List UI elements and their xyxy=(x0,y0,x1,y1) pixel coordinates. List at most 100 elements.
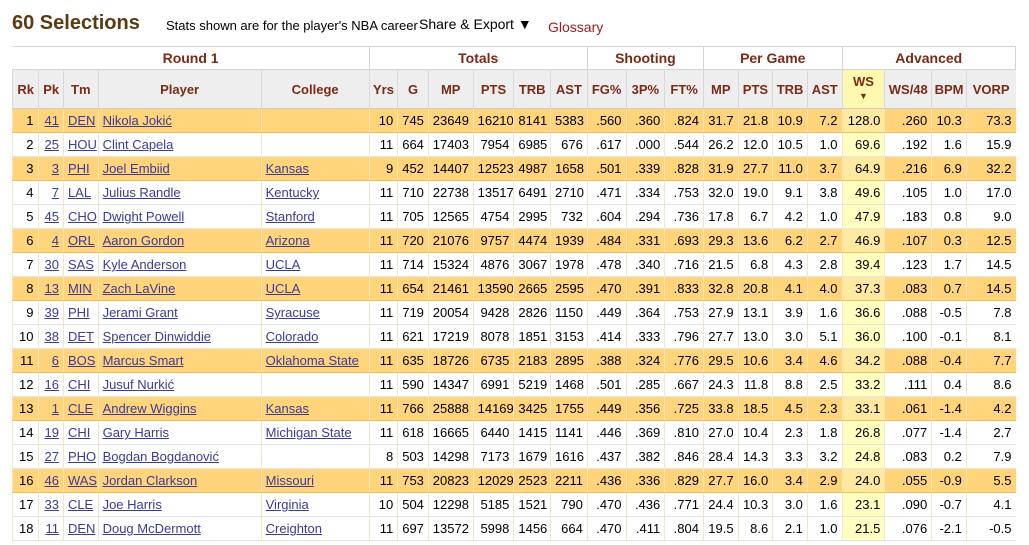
cell-college[interactable]: Creighton xyxy=(260,516,370,541)
pk-link[interactable]: 4 xyxy=(52,233,59,248)
tm-link[interactable]: DET xyxy=(68,329,94,344)
cell-player[interactable]: Joe Harris xyxy=(97,492,262,517)
column-header-rk-0[interactable]: Rk xyxy=(11,69,39,109)
cell-tm[interactable]: SAS xyxy=(62,252,99,277)
pk-link[interactable]: 11 xyxy=(45,521,59,536)
cell-pk[interactable]: 25 xyxy=(38,132,64,157)
column-header-player-3[interactable]: Player xyxy=(97,69,262,109)
player-link[interactable]: Nikola Jokić xyxy=(103,113,172,128)
cell-pk[interactable]: 4 xyxy=(38,228,64,253)
tm-link[interactable]: MIN xyxy=(68,281,92,296)
cell-tm[interactable]: CLE xyxy=(62,492,99,517)
cell-pk[interactable]: 3 xyxy=(38,156,64,181)
tm-link[interactable]: WAS xyxy=(68,473,97,488)
glossary-link[interactable]: Glossary xyxy=(548,19,603,35)
cell-pk[interactable]: 1 xyxy=(38,396,64,421)
cell-tm[interactable]: DEN xyxy=(62,516,99,541)
player-link[interactable]: Aaron Gordon xyxy=(103,233,185,248)
tm-link[interactable]: BOS xyxy=(68,353,95,368)
cell-tm[interactable]: DET xyxy=(62,324,99,349)
share-export-menu[interactable]: Share & Export ▼ xyxy=(419,16,532,32)
tm-link[interactable]: SAS xyxy=(68,257,94,272)
cell-pk[interactable]: 46 xyxy=(38,468,64,493)
cell-tm[interactable]: PHO xyxy=(62,444,99,469)
pk-link[interactable]: 16 xyxy=(44,377,58,392)
cell-player[interactable]: Joel Embiid xyxy=(97,156,262,181)
cell-player[interactable]: Dwight Powell xyxy=(97,204,262,229)
pk-link[interactable]: 45 xyxy=(44,209,58,224)
tm-link[interactable]: LAL xyxy=(68,185,91,200)
pk-link[interactable]: 30 xyxy=(44,257,58,272)
cell-player[interactable]: Jordan Clarkson xyxy=(97,468,262,493)
player-link[interactable]: Kyle Anderson xyxy=(103,257,187,272)
player-link[interactable]: Joe Harris xyxy=(103,497,162,512)
player-link[interactable]: Jusuf Nurkić xyxy=(103,377,175,392)
pk-link[interactable]: 46 xyxy=(44,473,58,488)
tm-link[interactable]: PHI xyxy=(68,305,90,320)
cell-college[interactable]: Oklahoma State xyxy=(260,348,370,373)
cell-college[interactable]: UCLA xyxy=(260,276,370,301)
column-header-pts-15[interactable]: PTS xyxy=(737,69,773,109)
cell-player[interactable]: Kyle Anderson xyxy=(97,252,262,277)
column-header-g-6[interactable]: G xyxy=(397,69,429,109)
cell-player[interactable]: Aaron Gordon xyxy=(97,228,262,253)
column-header-pts-8[interactable]: PTS xyxy=(472,69,514,109)
column-header-ws-18[interactable]: WS ▼ xyxy=(841,69,885,109)
cell-pk[interactable]: 38 xyxy=(38,324,64,349)
college-link[interactable]: Syracuse xyxy=(266,305,320,320)
pk-link[interactable]: 41 xyxy=(44,113,58,128)
cell-tm[interactable]: CHI xyxy=(62,420,99,445)
tm-link[interactable]: CHI xyxy=(68,377,90,392)
cell-college[interactable]: Kentucky xyxy=(260,180,370,205)
tm-link[interactable]: DEN xyxy=(68,521,95,536)
college-link[interactable]: UCLA xyxy=(266,257,301,272)
column-header-bpm-20[interactable]: BPM xyxy=(931,69,967,109)
player-link[interactable]: Spencer Dinwiddie xyxy=(103,329,211,344)
player-link[interactable]: Joel Embiid xyxy=(103,161,170,176)
cell-player[interactable]: Bogdan Bogdanović xyxy=(97,444,262,469)
college-link[interactable]: Missouri xyxy=(266,473,314,488)
column-header-trb-16[interactable]: TRB xyxy=(772,69,808,109)
column-header-mp-7[interactable]: MP xyxy=(427,69,474,109)
cell-pk[interactable]: 16 xyxy=(38,372,64,397)
cell-tm[interactable]: PHI xyxy=(62,300,99,325)
pk-link[interactable]: 3 xyxy=(52,161,59,176)
player-link[interactable]: Andrew Wiggins xyxy=(103,401,197,416)
cell-player[interactable]: Jusuf Nurkić xyxy=(97,372,262,397)
player-link[interactable]: Julius Randle xyxy=(103,185,181,200)
pk-link[interactable]: 39 xyxy=(44,305,58,320)
tm-link[interactable]: PHO xyxy=(68,449,96,464)
cell-college[interactable]: Michigan State xyxy=(260,420,370,445)
cell-tm[interactable]: LAL xyxy=(62,180,99,205)
column-header-tm-2[interactable]: Tm xyxy=(62,69,99,109)
cell-pk[interactable]: 11 xyxy=(38,516,64,541)
cell-tm[interactable]: ORL xyxy=(62,228,99,253)
column-header-college-4[interactable]: College xyxy=(260,69,370,109)
college-link[interactable]: Colorado xyxy=(266,329,319,344)
pk-link[interactable]: 7 xyxy=(52,185,59,200)
column-header-fg--11[interactable]: FG% xyxy=(586,69,627,109)
cell-college[interactable]: Syracuse xyxy=(260,300,370,325)
column-header-trb-9[interactable]: TRB xyxy=(513,69,551,109)
college-link[interactable]: Oklahoma State xyxy=(266,353,359,368)
tm-link[interactable]: CHO xyxy=(68,209,97,224)
cell-player[interactable]: Julius Randle xyxy=(97,180,262,205)
cell-player[interactable]: Andrew Wiggins xyxy=(97,396,262,421)
cell-pk[interactable]: 30 xyxy=(38,252,64,277)
college-link[interactable]: Kansas xyxy=(266,161,309,176)
pk-link[interactable]: 1 xyxy=(52,401,59,416)
college-link[interactable]: Arizona xyxy=(266,233,310,248)
cell-tm[interactable]: MIN xyxy=(62,276,99,301)
cell-tm[interactable]: CHO xyxy=(62,204,99,229)
cell-tm[interactable]: PHI xyxy=(62,156,99,181)
cell-pk[interactable]: 13 xyxy=(38,276,64,301)
cell-tm[interactable]: DEN xyxy=(62,108,99,133)
cell-tm[interactable]: WAS xyxy=(62,468,99,493)
college-link[interactable]: Kentucky xyxy=(266,185,319,200)
cell-player[interactable]: Clint Capela xyxy=(97,132,262,157)
cell-player[interactable]: Doug McDermott xyxy=(97,516,262,541)
column-header-vorp-21[interactable]: VORP xyxy=(965,69,1016,109)
college-link[interactable]: Virginia xyxy=(266,497,309,512)
column-header-ast-17[interactable]: AST xyxy=(806,69,843,109)
player-link[interactable]: Bogdan Bogdanović xyxy=(103,449,219,464)
